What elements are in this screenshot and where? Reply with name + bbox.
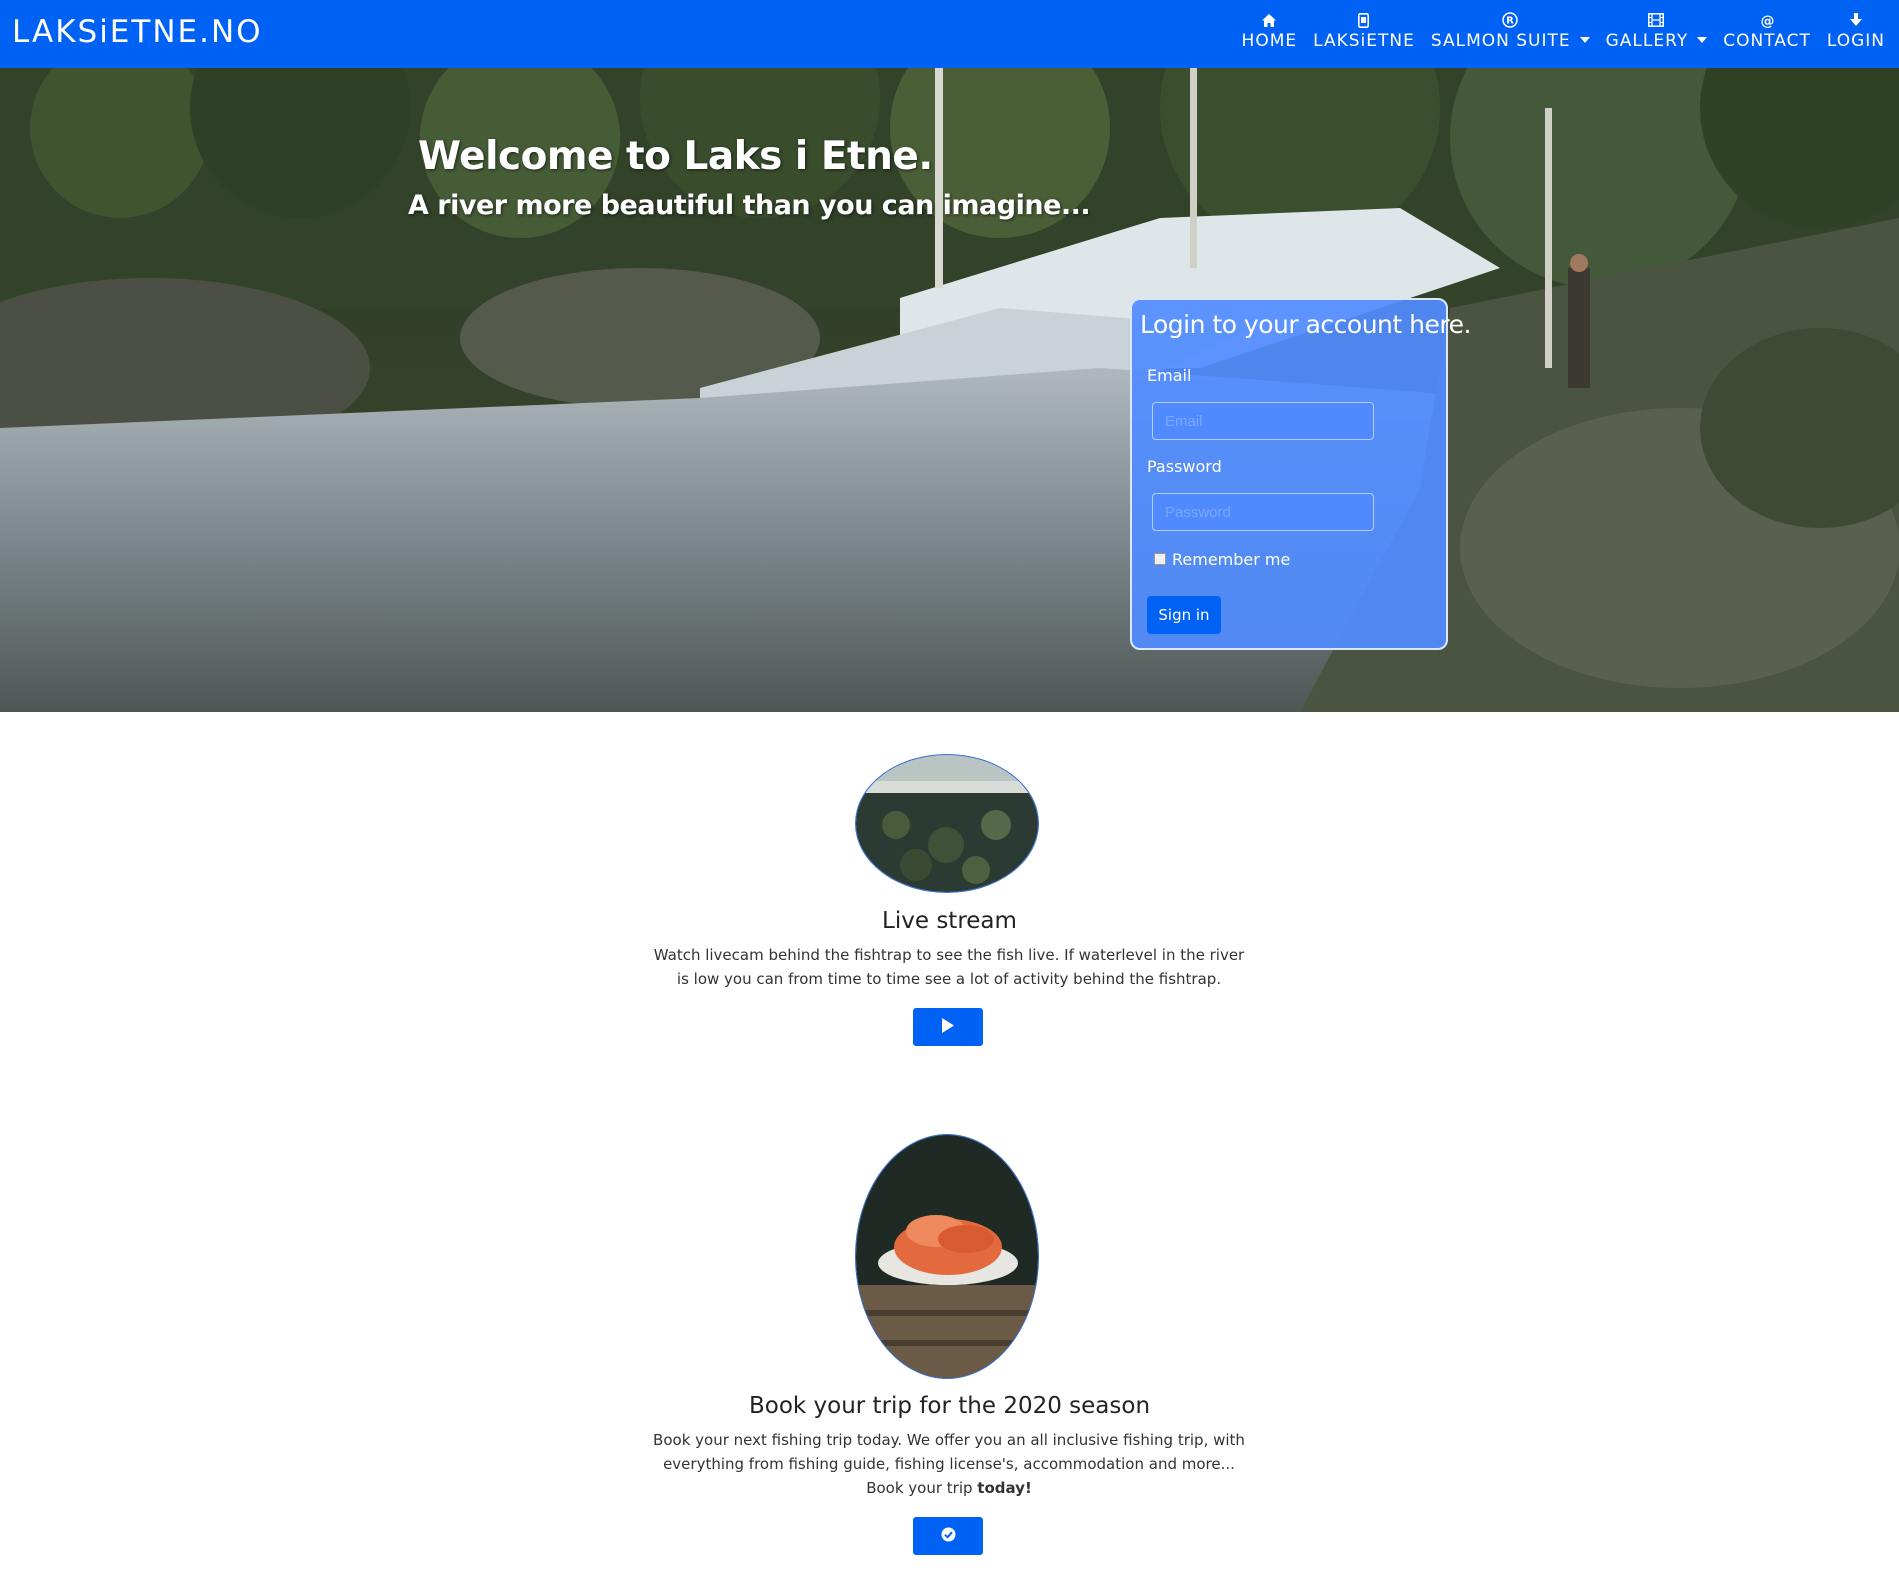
live-stream-title: Live stream [882, 908, 1017, 934]
fishtrap-image [855, 754, 1039, 893]
at-icon: @ [1757, 10, 1777, 30]
email-label: Email [1147, 366, 1192, 385]
remember-me-row[interactable]: Remember me [1154, 550, 1290, 569]
river-background-image [0, 68, 1899, 712]
sign-in-button[interactable]: Sign in [1147, 596, 1221, 634]
nav-label-text: SALMON SUITE [1430, 31, 1571, 51]
nav-item-login[interactable]: LOGIN [1827, 10, 1885, 60]
nav-label: SALMON SUITE [1431, 31, 1590, 51]
password-label: Password [1147, 457, 1222, 476]
top-navbar: LAKSiETNE.NO HOME LAKSiETNE R SALMON SUI… [0, 0, 1899, 68]
nav-item-salmon-suite[interactable]: R SALMON SUITE [1431, 10, 1590, 60]
nav-label: HOME [1241, 31, 1298, 51]
nav-label: LOGIN [1826, 31, 1885, 51]
live-stream-text: Watch livecam behind the fishtrap to see… [653, 946, 1245, 988]
svg-text:@: @ [1760, 13, 1774, 28]
hero-subtitle: A river more beautiful than you can imag… [408, 190, 1091, 221]
site-brand[interactable]: LAKSiETNE.NO [12, 14, 263, 50]
play-icon [941, 1018, 955, 1036]
home-icon [1259, 10, 1279, 30]
remember-me-checkbox[interactable] [1154, 552, 1166, 565]
caret-down-icon [1579, 37, 1590, 43]
svg-text:R: R [1506, 16, 1514, 27]
password-input[interactable] [1152, 493, 1374, 531]
login-card: Login to your account here. Email Passwo… [1130, 298, 1471, 650]
main-nav: HOME LAKSiETNE R SALMON SUITE GALLERY @ … [1226, 10, 1885, 60]
nav-item-gallery[interactable]: GALLERY [1606, 10, 1708, 60]
nav-label: LAKSiETNE [1313, 31, 1415, 51]
film-icon [1646, 10, 1666, 30]
registered-icon: R [1500, 10, 1520, 30]
check-circle-icon [941, 1527, 956, 1545]
hero-banner: Welcome to Laks i Etne. A river more bea… [0, 68, 1899, 712]
arrow-down-icon [1846, 10, 1866, 30]
hero-title: Welcome to Laks i Etne. [418, 134, 933, 179]
nav-label: CONTACT [1723, 31, 1811, 51]
book-trip-text: Book your next fishing trip today. We of… [649, 1428, 1249, 1500]
book-trip-button[interactable] [913, 1517, 983, 1555]
email-input[interactable] [1152, 402, 1374, 440]
live-stream-play-button[interactable] [913, 1008, 983, 1046]
book-trip-text-main: Book your next fishing trip today. We of… [653, 1431, 1245, 1473]
nav-item-home[interactable]: HOME [1242, 10, 1298, 60]
salmon-dish-image [855, 1134, 1039, 1379]
phone-icon [1354, 10, 1374, 30]
login-title: Login to your account here. [1140, 310, 1471, 339]
nav-label-text: GALLERY [1605, 31, 1689, 51]
caret-down-icon [1697, 37, 1708, 43]
book-trip-text-prefix: Book your trip [866, 1479, 978, 1497]
book-trip-title: Book your trip for the 2020 season [748, 1393, 1151, 1419]
remember-me-label: Remember me [1172, 550, 1291, 569]
nav-label: GALLERY [1606, 31, 1708, 51]
nav-item-contact[interactable]: @ CONTACT [1723, 10, 1811, 60]
book-trip-text-bold: today! [977, 1479, 1032, 1497]
nav-item-laksietne[interactable]: LAKSiETNE [1313, 10, 1415, 60]
